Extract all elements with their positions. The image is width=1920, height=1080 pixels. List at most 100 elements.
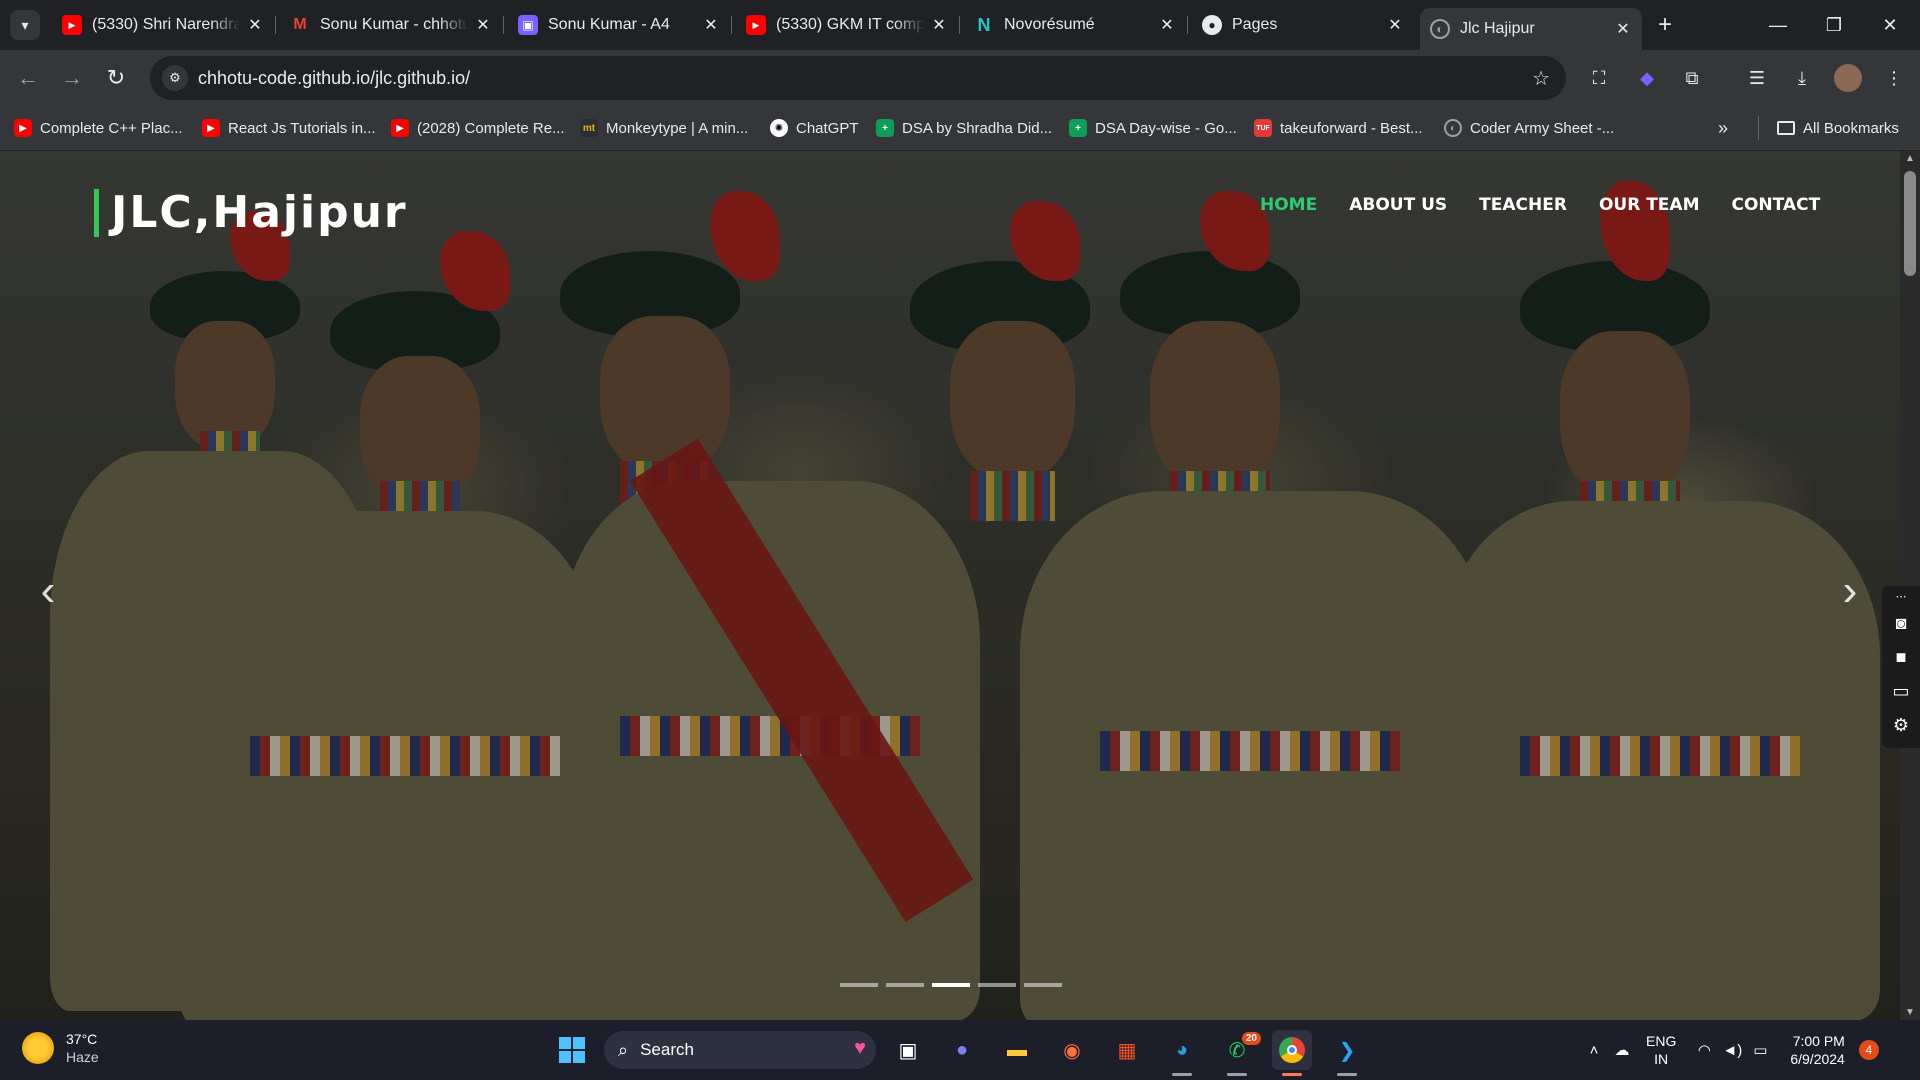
bookmark-label: React Js Tutorials in... bbox=[228, 119, 376, 137]
whatsapp-icon[interactable]: ✆ 20 bbox=[1217, 1030, 1261, 1076]
bookmark-item[interactable]: TUF takeuforward - Best... bbox=[1254, 116, 1423, 140]
sheet-icon: + bbox=[1069, 119, 1087, 137]
windows-logo-icon bbox=[559, 1037, 585, 1063]
language-indicator[interactable]: ENG IN bbox=[1646, 1032, 1676, 1068]
media-control-icon[interactable]: ☰ bbox=[1743, 64, 1771, 92]
bookmark-item[interactable]: ◐ Coder Army Sheet -... bbox=[1444, 116, 1614, 140]
reload-icon: ↻ bbox=[106, 65, 126, 90]
onedrive-cloud-icon[interactable]: ☁ bbox=[1608, 1041, 1636, 1059]
forward-button[interactable]: → bbox=[56, 62, 88, 94]
carousel-indicator[interactable] bbox=[978, 983, 1016, 987]
chrome-icon[interactable] bbox=[1272, 1030, 1312, 1076]
close-icon[interactable]: ✕ bbox=[246, 15, 264, 35]
camera-icon[interactable]: ◙ bbox=[1882, 606, 1920, 640]
firefox-icon[interactable]: ◉ bbox=[1052, 1030, 1092, 1070]
microsoft-store-icon[interactable]: ▦ bbox=[1107, 1030, 1147, 1070]
new-tab-button[interactable]: + bbox=[1650, 10, 1680, 40]
browser-tab[interactable]: N Novorésumé ✕ bbox=[964, 8, 1188, 42]
teams-icon[interactable]: ● bbox=[942, 1030, 982, 1070]
browser-tab[interactable]: M Sonu Kumar - chhotu ✕ bbox=[280, 8, 504, 42]
battery-icon[interactable]: ▭ bbox=[1746, 1041, 1774, 1059]
bookmark-item[interactable]: + DSA by Shradha Did... bbox=[876, 116, 1052, 140]
menu-kebab-icon[interactable]: ⋮ bbox=[1880, 64, 1908, 92]
video-camera-icon[interactable]: ■ bbox=[1882, 640, 1920, 674]
capture-side-widget: ⋯ ◙ ■ ▭ ⚙ bbox=[1882, 586, 1920, 748]
scrollbar-thumb[interactable] bbox=[1904, 171, 1916, 276]
site-logo[interactable]: JLC,Hajipur bbox=[94, 189, 408, 237]
carousel-indicator[interactable] bbox=[1024, 983, 1062, 987]
clock[interactable]: 7:00 PM 6/9/2024 bbox=[1790, 1032, 1845, 1068]
nav-about-us[interactable]: ABOUT US bbox=[1349, 195, 1447, 215]
close-icon[interactable]: ✕ bbox=[474, 15, 492, 35]
nav-teacher[interactable]: TEACHER bbox=[1479, 195, 1567, 215]
bookmark-item[interactable]: ▶ Complete C++ Plac... bbox=[14, 116, 183, 140]
bookmark-item[interactable]: ▶ (2028) Complete Re... bbox=[391, 116, 565, 140]
file-explorer-icon[interactable]: ▬ bbox=[997, 1030, 1037, 1070]
close-window-button[interactable]: ✕ bbox=[1870, 8, 1910, 42]
bookmark-label: ChatGPT bbox=[796, 119, 859, 137]
link-icon[interactable]: ⋯ bbox=[1882, 586, 1920, 606]
browser-tab[interactable]: ● Pages ✕ bbox=[1192, 8, 1414, 42]
close-icon[interactable]: ✕ bbox=[930, 15, 948, 35]
bookmark-star-icon[interactable]: ☆ bbox=[1532, 66, 1550, 91]
close-icon[interactable]: ✕ bbox=[1158, 15, 1176, 35]
browser-tab[interactable]: ▶ (5330) Shri Narendra ✕ bbox=[52, 8, 276, 42]
wifi-icon[interactable]: ◠ bbox=[1690, 1041, 1718, 1059]
youtube-icon: ▶ bbox=[202, 119, 220, 137]
language-code: ENG bbox=[1646, 1033, 1677, 1049]
restore-icon: ❐ bbox=[1825, 14, 1843, 35]
reload-button[interactable]: ↻ bbox=[100, 62, 132, 94]
notification-badge[interactable]: 4 bbox=[1858, 1040, 1879, 1060]
site-info-icon[interactable]: ⚙ bbox=[162, 65, 188, 91]
taskbar-search[interactable]: ⌕ Search ♥ bbox=[604, 1031, 876, 1069]
start-button[interactable] bbox=[552, 1030, 592, 1070]
browser-tab[interactable]: ▶ (5330) GKM IT comp ✕ bbox=[736, 8, 960, 42]
carousel-indicator-active[interactable] bbox=[932, 983, 970, 987]
nav-home[interactable]: HOME bbox=[1260, 195, 1317, 215]
close-icon[interactable]: ✕ bbox=[1614, 19, 1632, 39]
extension-drop-icon[interactable]: ◆ bbox=[1633, 64, 1661, 92]
document-icon: ▣ bbox=[518, 15, 538, 35]
carousel-indicator[interactable] bbox=[886, 983, 924, 987]
download-icon[interactable]: ⤓ bbox=[1788, 64, 1816, 92]
browser-tab-active[interactable]: ◐ Jlc Hajipur ✕ bbox=[1420, 8, 1642, 50]
scroll-down-arrow-icon[interactable]: ▼ bbox=[1900, 1007, 1920, 1018]
vscode-icon[interactable]: ❯ bbox=[1327, 1030, 1367, 1076]
bookmarks-overflow-button[interactable]: » bbox=[1718, 116, 1728, 140]
bookmark-item[interactable]: + DSA Day-wise - Go... bbox=[1069, 116, 1237, 140]
address-bar[interactable]: ⚙ chhotu-code.github.io/jlc.github.io/ ☆ bbox=[150, 56, 1566, 100]
all-bookmarks-button[interactable]: All Bookmarks bbox=[1777, 116, 1899, 140]
carousel-prev-button[interactable]: ‹ bbox=[28, 561, 68, 621]
minimize-button[interactable]: — bbox=[1758, 8, 1798, 42]
bookmark-item[interactable]: mt Monkeytype | A min... bbox=[580, 116, 748, 140]
arrow-left-icon: ← bbox=[17, 65, 39, 90]
weather-widget[interactable]: 37°C Haze bbox=[22, 1030, 99, 1066]
url-text[interactable]: chhotu-code.github.io/jlc.github.io/ bbox=[198, 68, 470, 89]
volume-icon[interactable]: ◄) bbox=[1718, 1042, 1746, 1059]
tab-search-button[interactable]: ▾ bbox=[10, 10, 40, 40]
browser-tab[interactable]: ▣ Sonu Kumar - A4 ✕ bbox=[508, 8, 732, 42]
window-capture-icon[interactable]: ▭ bbox=[1882, 674, 1920, 708]
close-icon[interactable]: ✕ bbox=[1386, 15, 1404, 35]
back-button[interactable]: ← bbox=[12, 62, 44, 94]
carousel-next-button[interactable]: › bbox=[1830, 561, 1870, 621]
edge-icon[interactable]: ◕ bbox=[1162, 1030, 1202, 1076]
search-label: Search bbox=[640, 1040, 694, 1059]
gear-icon[interactable]: ⚙ bbox=[1882, 708, 1920, 742]
profile-avatar[interactable] bbox=[1834, 64, 1862, 92]
close-icon[interactable]: ✕ bbox=[702, 15, 720, 35]
chevron-up-icon[interactable]: ˄ bbox=[1580, 1042, 1608, 1059]
nav-our-team[interactable]: OUR TEAM bbox=[1599, 195, 1700, 215]
youtube-icon: ▶ bbox=[62, 15, 82, 35]
restore-button[interactable]: ❐ bbox=[1814, 8, 1854, 42]
screenshot-icon[interactable]: ⛶ bbox=[1585, 64, 1613, 92]
globe-icon: ◐ bbox=[1444, 119, 1462, 137]
carousel-indicator[interactable] bbox=[840, 983, 878, 987]
task-view-icon[interactable]: ▣ bbox=[888, 1030, 928, 1070]
bookmark-item[interactable]: ✺ ChatGPT bbox=[770, 116, 859, 140]
nav-contact[interactable]: CONTACT bbox=[1732, 195, 1821, 215]
hero-dark-overlay bbox=[0, 151, 1900, 1020]
bookmark-item[interactable]: ▶ React Js Tutorials in... bbox=[202, 116, 376, 140]
scroll-up-arrow-icon[interactable]: ▲ bbox=[1900, 153, 1920, 164]
extensions-puzzle-icon[interactable]: ⧉ bbox=[1678, 64, 1706, 92]
